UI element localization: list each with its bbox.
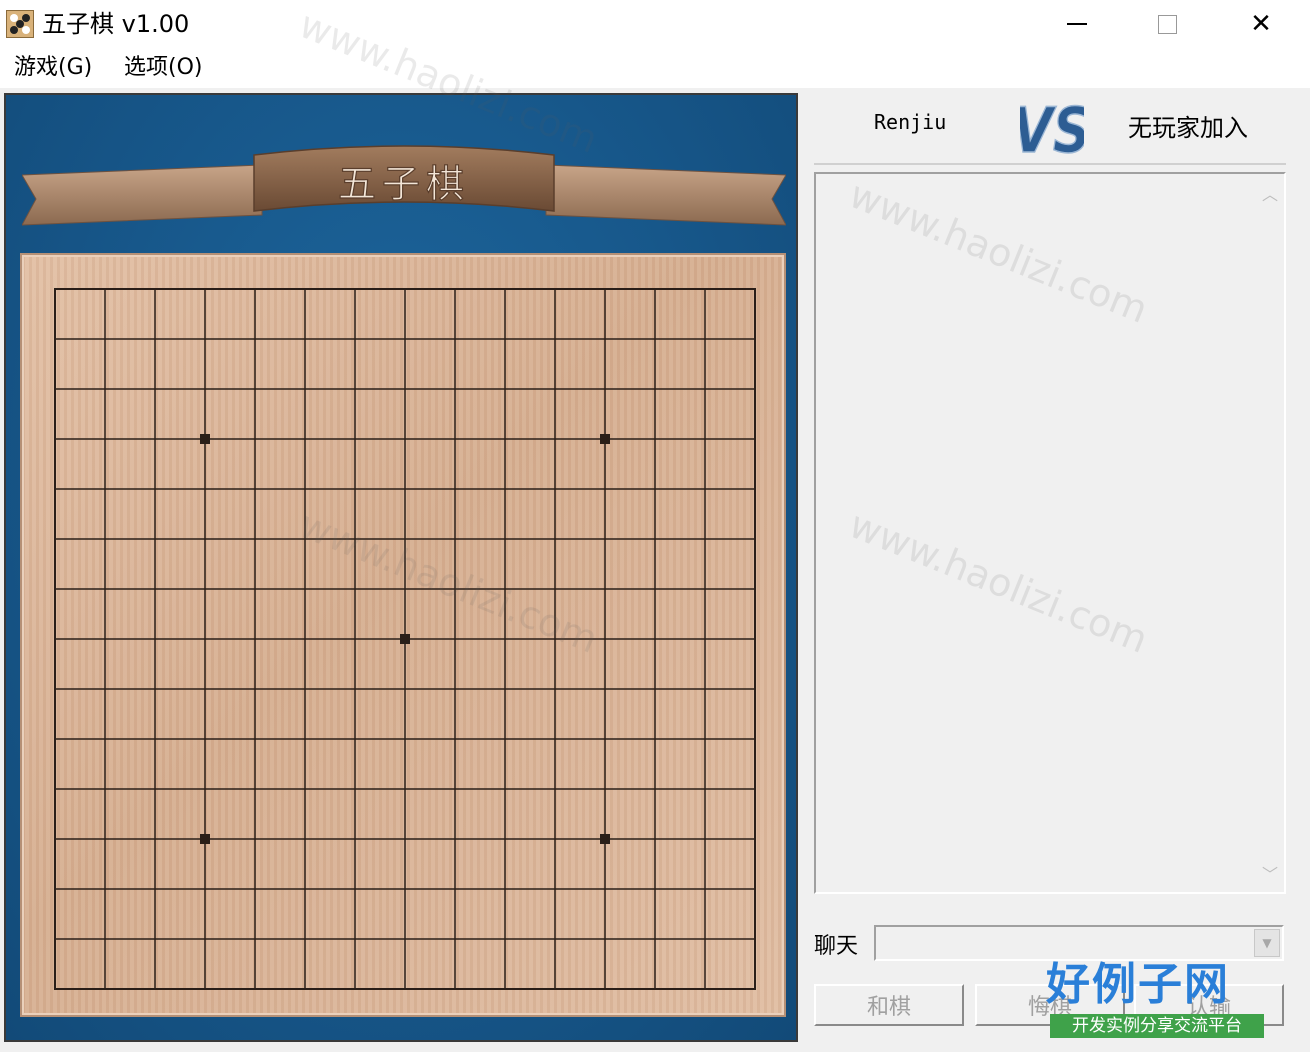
minimize-button[interactable] bbox=[1032, 0, 1122, 48]
close-icon: ✕ bbox=[1250, 9, 1272, 39]
star-point bbox=[200, 834, 210, 844]
chat-scrollbar[interactable]: ︿ ﹀ bbox=[1256, 174, 1284, 892]
star-point bbox=[600, 834, 610, 844]
divider bbox=[814, 163, 1286, 165]
title-banner: 五子棋 bbox=[22, 145, 786, 226]
menu-bar: 游戏(G) 选项(O) bbox=[0, 48, 1310, 88]
title-bar: 五子棋 v1.00 ✕ bbox=[0, 0, 1310, 48]
watermark-logo-main: 好例子网 bbox=[1046, 959, 1230, 1010]
player1-name: Renjiu bbox=[874, 110, 947, 134]
maximize-icon bbox=[1157, 14, 1177, 34]
chevron-down-icon[interactable]: ﹀ bbox=[1256, 858, 1284, 888]
chevron-up-icon[interactable]: ︿ bbox=[1256, 178, 1284, 208]
minimize-icon bbox=[1067, 23, 1087, 25]
close-button[interactable]: ✕ bbox=[1212, 0, 1310, 48]
chat-label: 聊天 bbox=[814, 934, 859, 959]
vs-logo: VS bbox=[1020, 94, 1084, 164]
star-point bbox=[600, 434, 610, 444]
watermark-logo-sub: 开发实例分享交流平台 bbox=[1050, 1014, 1264, 1038]
player2-name: 无玩家加入 bbox=[1128, 114, 1248, 142]
chat-log[interactable]: ︿ ﹀ bbox=[814, 172, 1286, 894]
menu-game[interactable]: 游戏(G) bbox=[8, 52, 98, 84]
watermark-logo: 好例子网 开发实例分享交流平台 bbox=[1046, 956, 1266, 1040]
game-board[interactable] bbox=[20, 253, 786, 1017]
board-grid[interactable] bbox=[22, 255, 784, 1015]
star-point bbox=[200, 434, 210, 444]
gomoku-board-icon bbox=[6, 10, 34, 38]
board-panel: 五子棋 bbox=[4, 93, 798, 1042]
vs-text: VS bbox=[1020, 95, 1084, 164]
maximize-button[interactable] bbox=[1122, 0, 1212, 48]
star-point bbox=[400, 634, 410, 644]
banner-title: 五子棋 bbox=[338, 162, 470, 206]
draw-button[interactable]: 和棋 bbox=[814, 984, 964, 1026]
window-title: 五子棋 v1.00 bbox=[42, 10, 190, 38]
menu-options[interactable]: 选项(O) bbox=[118, 52, 208, 84]
dropdown-arrow-icon[interactable]: ▼ bbox=[1254, 929, 1280, 957]
